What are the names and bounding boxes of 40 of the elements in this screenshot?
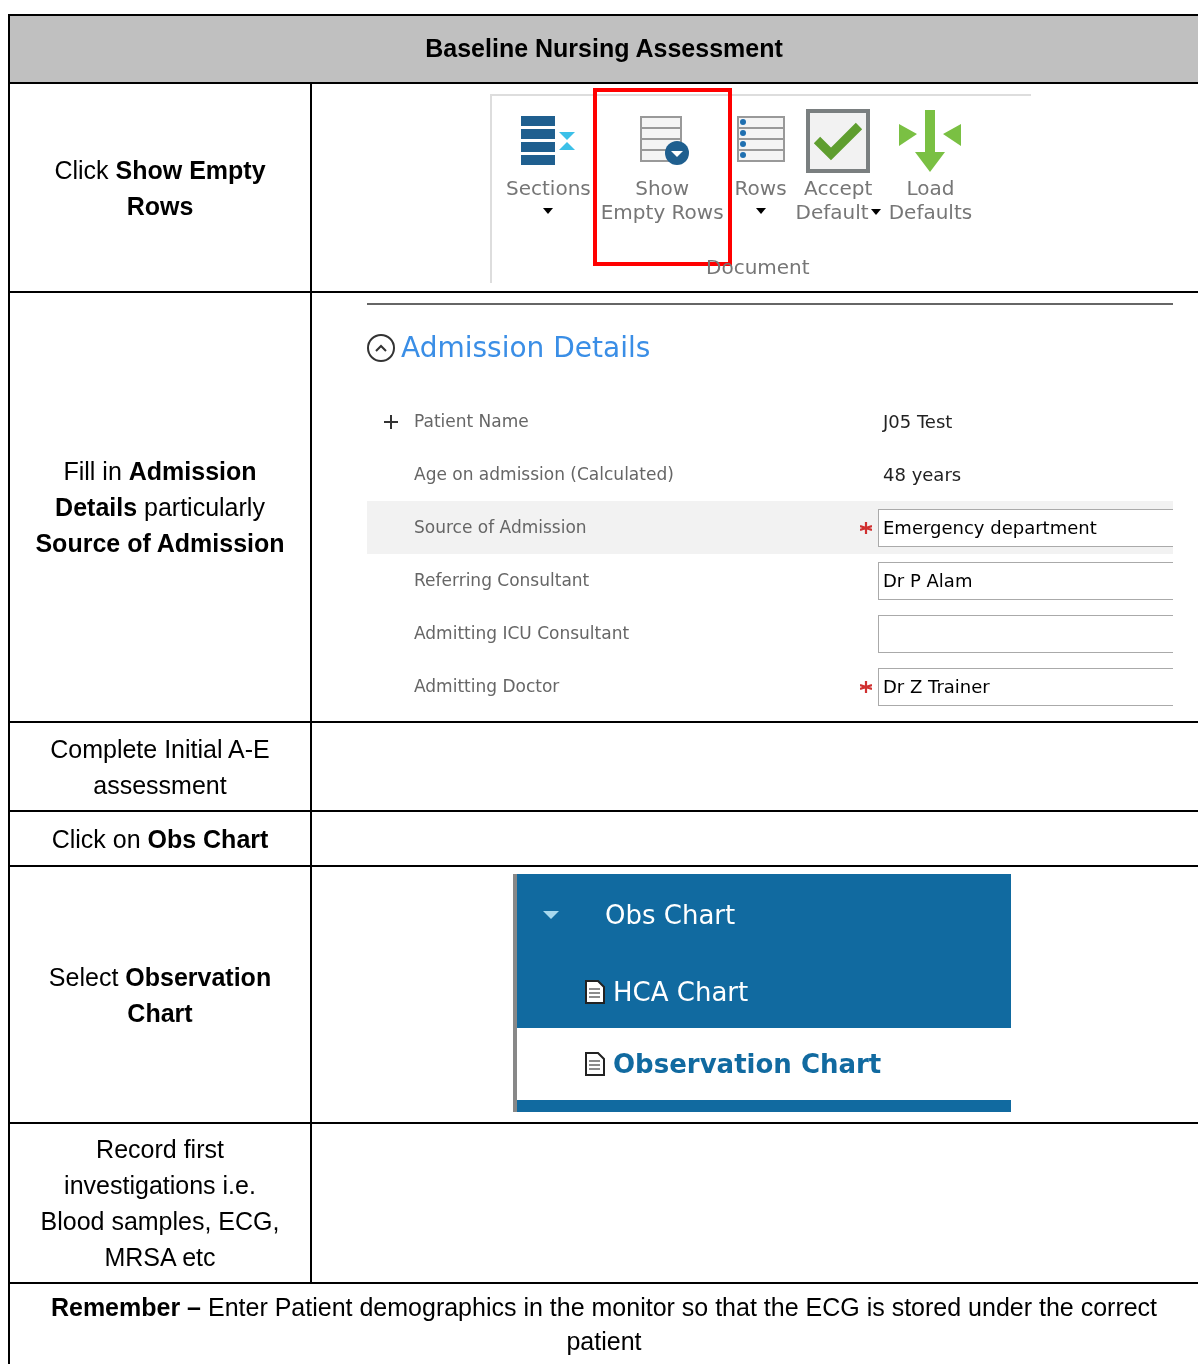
instruction-text: Select Observation Chart (47, 961, 273, 1029)
section-title: Admission Details (401, 330, 651, 366)
input-field[interactable]: Emergency department (878, 508, 1173, 547)
ribbon-button[interactable]: Rows (729, 106, 792, 214)
collapse-icon[interactable] (367, 334, 395, 362)
input-field[interactable]: Dr Z Trainer (878, 667, 1173, 706)
input-field[interactable] (878, 614, 1173, 653)
instruction-text: Fill in Admission Details particularly Source of Admission (34, 456, 286, 559)
group-label: Document (706, 254, 810, 281)
arrows-down-icon (897, 108, 964, 174)
field-label: Source of Admission (414, 515, 588, 539)
field-value: 48 years (882, 463, 962, 487)
instruction-text: Complete Initial A-E assessment (49, 733, 271, 801)
expand-icon[interactable] (383, 414, 398, 429)
sections-icon (519, 114, 578, 168)
checkmark-box-icon (805, 108, 872, 174)
ribbon-button[interactable]: Sections (502, 106, 595, 214)
instruction-text: Click Show Empty Rows (53, 154, 267, 222)
caret-icon (543, 208, 554, 214)
table-title: Baseline Nursing Assessment (425, 33, 783, 65)
document-icon (585, 980, 605, 1004)
instruction-text: Record first investigations i.e. Blood samples, ECG, MRSA etc (39, 1134, 281, 1273)
ribbon-button[interactable]: Accept Default (791, 106, 885, 224)
field-label: Admitting ICU Consultant (414, 621, 631, 645)
input-field[interactable]: Dr P Alam (878, 561, 1173, 600)
caret-icon (755, 208, 766, 214)
field-label: Admitting Doctor (414, 674, 561, 698)
document-icon (585, 1052, 605, 1076)
nav-item[interactable]: HCA Chart (517, 956, 1011, 1028)
nav-group[interactable]: Obs Chart (517, 874, 1011, 956)
field-label: Patient Name (414, 409, 530, 433)
caret-icon (870, 209, 881, 215)
note-text: Remember – Enter Patient demographics in the monitor so that the ECG is stored under the correct patient (50, 1292, 1158, 1357)
instruction-text: Click on Obs Chart (51, 823, 269, 855)
field-label: Age on admission (Calculated) (414, 462, 675, 486)
nav-item[interactable]: Observation Chart (517, 1028, 1011, 1100)
caret-icon (541, 910, 561, 920)
field-label: Referring Consultant (414, 568, 591, 592)
field-value: J05 Test (881, 410, 953, 434)
ribbon-button[interactable]: Load Defaults (884, 106, 977, 224)
